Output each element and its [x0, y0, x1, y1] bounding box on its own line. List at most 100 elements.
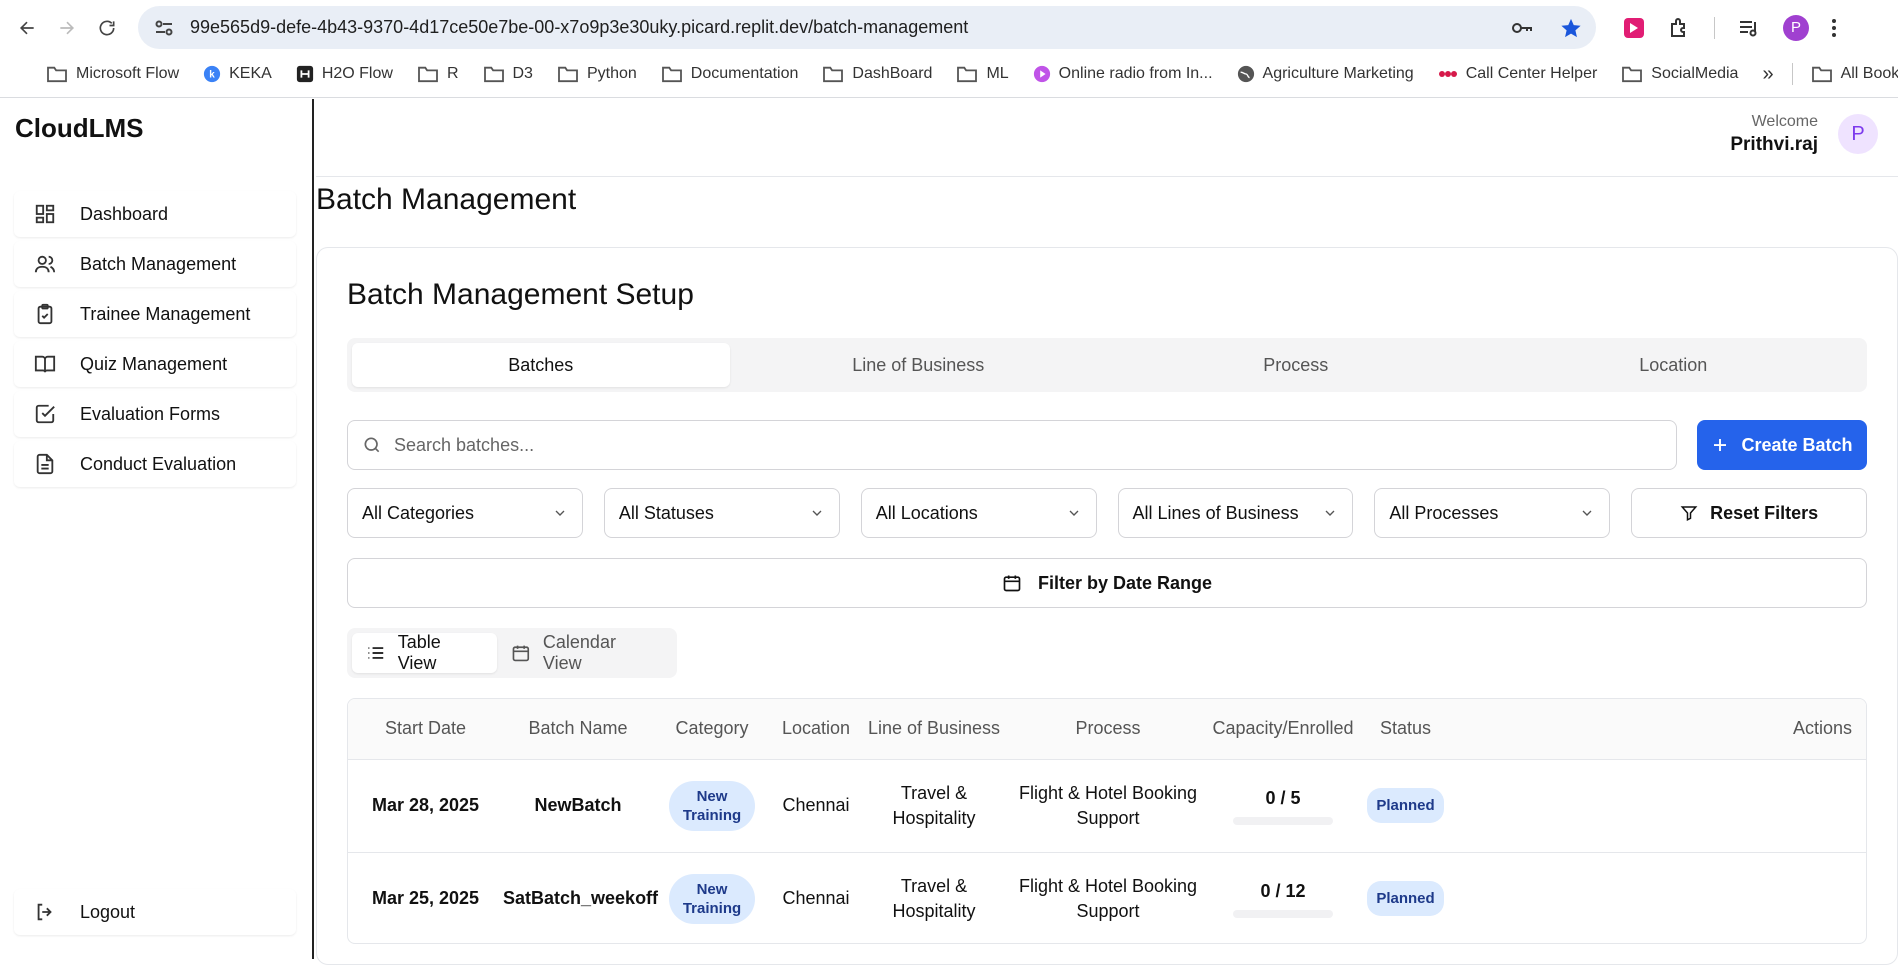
bookmark-item[interactable]: Documentation	[661, 65, 798, 83]
url-text[interactable]: 99e565d9-defe-4b43-9370-4d17ce50e7be-00-…	[190, 17, 1510, 38]
capacity-cell: 0 / 12	[1209, 852, 1357, 943]
table-view-button[interactable]: Table View	[352, 632, 498, 673]
filter-select[interactable]: All Locations	[860, 488, 1097, 538]
filter-select[interactable]: All Lines of Business	[1117, 488, 1354, 538]
category-cell: New Training	[653, 852, 771, 943]
tab-location[interactable]: Location	[1485, 343, 1863, 387]
bookmark-item[interactable]: Call Center Helper	[1438, 65, 1597, 83]
menu-dots-icon[interactable]	[1831, 17, 1837, 39]
category-cell: New Training	[653, 759, 771, 853]
key-icon[interactable]	[1510, 16, 1534, 40]
start-date-cell: Mar 25, 2025	[371, 888, 480, 909]
folder-icon	[1621, 65, 1643, 83]
folder-icon	[46, 65, 68, 83]
logout-icon	[37, 903, 52, 921]
calendar-icon	[1003, 575, 1021, 592]
chevron-down-icon	[1322, 505, 1338, 521]
filter-select[interactable]: All Statuses	[603, 488, 840, 538]
capacity-cell: 0 / 5	[1209, 759, 1357, 853]
file-text-icon	[34, 453, 56, 475]
bookmark-label: R	[446, 65, 459, 82]
back-button[interactable]	[10, 11, 44, 45]
puzzle-icon[interactable]	[1668, 16, 1692, 40]
divider	[1714, 16, 1715, 39]
process-text: Flight & Hotel Booking Support	[1018, 875, 1198, 921]
site-settings-icon[interactable]	[152, 16, 176, 40]
filter-value: All Statuses	[618, 502, 714, 523]
bookmark-item[interactable]: ML	[956, 65, 1009, 83]
bookmark-item[interactable]: Online radio from In...	[1033, 65, 1213, 83]
create-batch-button[interactable]: Create Batch	[1697, 420, 1867, 470]
calendar-view-label: Calendar View	[542, 632, 616, 673]
batches-table: Start Date Batch Name Category Location Line…	[347, 698, 1867, 944]
bookmark-item[interactable]: Microsoft Flow	[46, 65, 179, 83]
search-input[interactable]	[394, 434, 1676, 456]
chevron-down-icon	[809, 505, 825, 521]
clipboard-check-icon	[34, 303, 56, 325]
sidebar-item-dashboard[interactable]: Dashboard	[14, 191, 296, 237]
lob-cell: Travel & Hospitality	[861, 759, 1007, 853]
filter-select[interactable]: All Categories	[347, 488, 583, 538]
status-badge: Planned	[1367, 788, 1444, 823]
all-bookmarks[interactable]: All Bookmarks	[1811, 65, 1898, 83]
search-box[interactable]	[347, 420, 1677, 470]
table-header-row: Start Date Batch Name Category Location Line…	[348, 699, 1866, 760]
extension-icon[interactable]	[1622, 16, 1646, 40]
tab-process[interactable]: Process	[1107, 343, 1485, 387]
book-open-icon	[34, 353, 56, 375]
bookmark-label: Online radio from In...	[1058, 65, 1213, 82]
grid-icon	[34, 203, 56, 225]
status-badge: Planned	[1367, 881, 1444, 917]
table-row[interactable]: Mar 28, 2025 NewBatch New Training Chennai T…	[348, 759, 1866, 853]
address-bar[interactable]: 99e565d9-defe-4b43-9370-4d17ce50e7be-00-…	[138, 6, 1596, 49]
actions-cell[interactable]	[1454, 852, 1866, 943]
batch-setup-card: Batch Management Setup Batches Line of Bu…	[316, 247, 1898, 965]
calendar-view-button[interactable]: Calendar View	[497, 632, 672, 673]
column-header: Category	[653, 699, 771, 760]
date-range-button[interactable]: Filter by Date Range	[347, 558, 1867, 608]
user-avatar[interactable]: P	[1838, 114, 1878, 154]
sidebar-item-conduct-evaluation[interactable]: Conduct Evaluation	[14, 441, 296, 487]
reset-filters-label: Reset Filters	[1710, 502, 1819, 523]
more-bookmarks-icon[interactable]: »	[1762, 63, 1773, 86]
folder-icon	[956, 65, 978, 83]
column-header: Capacity/Enrolled	[1209, 699, 1357, 760]
process-cell: Flight & Hotel Booking Support	[1007, 759, 1209, 853]
reset-filters-button[interactable]: Reset Filters	[1631, 488, 1868, 538]
bookmark-item[interactable]: H2O Flow	[296, 65, 393, 83]
filter-select[interactable]: All Processes	[1374, 488, 1611, 538]
tab-batches[interactable]: Batches	[352, 343, 730, 387]
sidebar-item-trainee-management[interactable]: Trainee Management	[14, 291, 296, 337]
forward-button[interactable]	[50, 11, 84, 45]
profile-avatar[interactable]: P	[1783, 14, 1809, 41]
bookmark-item[interactable]: DashBoard	[822, 65, 932, 83]
reload-button[interactable]	[90, 11, 124, 45]
bookmark-item[interactable]: k KEKA	[203, 65, 272, 83]
bookmark-label: SocialMedia	[1651, 65, 1739, 82]
bookmark-item[interactable]: SocialMedia	[1621, 65, 1738, 83]
sidebar-item-quiz-management[interactable]: Quiz Management	[14, 341, 296, 387]
reload-icon	[99, 20, 115, 36]
browser-chrome: 99e565d9-defe-4b43-9370-4d17ce50e7be-00-…	[0, 0, 1898, 98]
bookmark-item[interactable]: Python	[557, 65, 637, 83]
sidebar-item-batch-management[interactable]: Batch Management	[14, 241, 296, 287]
media-control-icon[interactable]	[1737, 16, 1761, 40]
logout-button[interactable]: Logout	[14, 889, 296, 935]
table-row[interactable]: Mar 25, 2025 SatBatch_weekoff New Training…	[348, 852, 1866, 943]
arrow-left-icon	[19, 21, 34, 34]
bookmark-item[interactable]: R	[417, 65, 459, 83]
bookmark-item[interactable]: D3	[483, 65, 533, 83]
table-body: Mar 28, 2025 NewBatch New Training Chennai T…	[348, 759, 1866, 943]
chevron-down-icon	[1066, 505, 1082, 521]
users-icon	[34, 253, 56, 275]
tab-line-of-business[interactable]: Line of Business	[730, 343, 1108, 387]
view-toggle: Table View Calendar View	[347, 628, 677, 678]
keka-icon: k	[203, 65, 221, 83]
sidebar-item-evaluation-forms[interactable]: Evaluation Forms	[14, 391, 296, 437]
bookmark-item[interactable]: Agriculture Marketing	[1237, 65, 1414, 83]
top-header: Welcome Prithvi.raj P	[316, 99, 1898, 177]
star-icon[interactable]	[1560, 17, 1582, 39]
actions-cell[interactable]	[1454, 759, 1866, 853]
chevron-down-icon	[1579, 505, 1595, 521]
search-icon	[364, 437, 380, 453]
